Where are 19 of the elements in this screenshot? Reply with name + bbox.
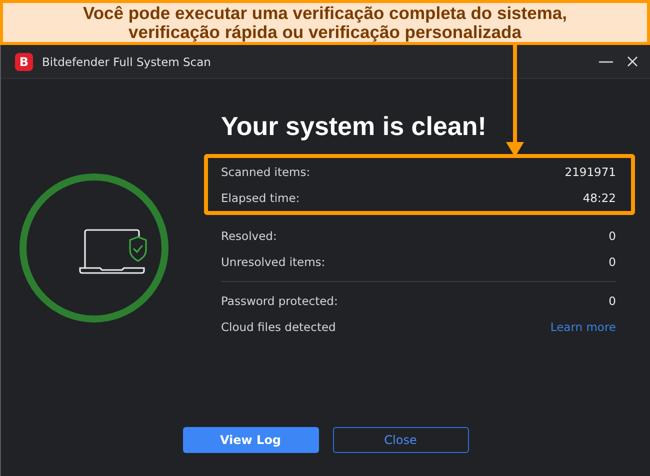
stat-value: 0 [608, 229, 616, 243]
stat-label: Scanned items: [221, 165, 310, 179]
stat-label: Elapsed time: [221, 191, 300, 205]
stat-label: Password protected: [221, 294, 338, 308]
status-heading: Your system is clean! [221, 110, 488, 143]
window-title: Bitdefender Full System Scan [42, 54, 211, 68]
stat-label: Cloud files detected [221, 320, 336, 334]
app-logo: B [15, 52, 33, 70]
action-button[interactable]: Close [332, 427, 468, 453]
learn-more-link[interactable]: Learn more [550, 320, 616, 334]
stat-label: Resolved: [221, 229, 277, 243]
callout-text: Você pode executar uma verificação completa do sistema, verificação rápida ou verificação personalizada [82, 4, 568, 42]
action-button[interactable]: View Log [182, 427, 318, 453]
stat-value: 48:22 [582, 191, 616, 205]
stat-label: Unresolved items: [221, 255, 326, 269]
close-icon[interactable] [627, 56, 638, 67]
stat-value: 0 [608, 255, 616, 269]
stat-value: 2191971 [564, 165, 616, 179]
stat-value: 0 [608, 294, 616, 308]
